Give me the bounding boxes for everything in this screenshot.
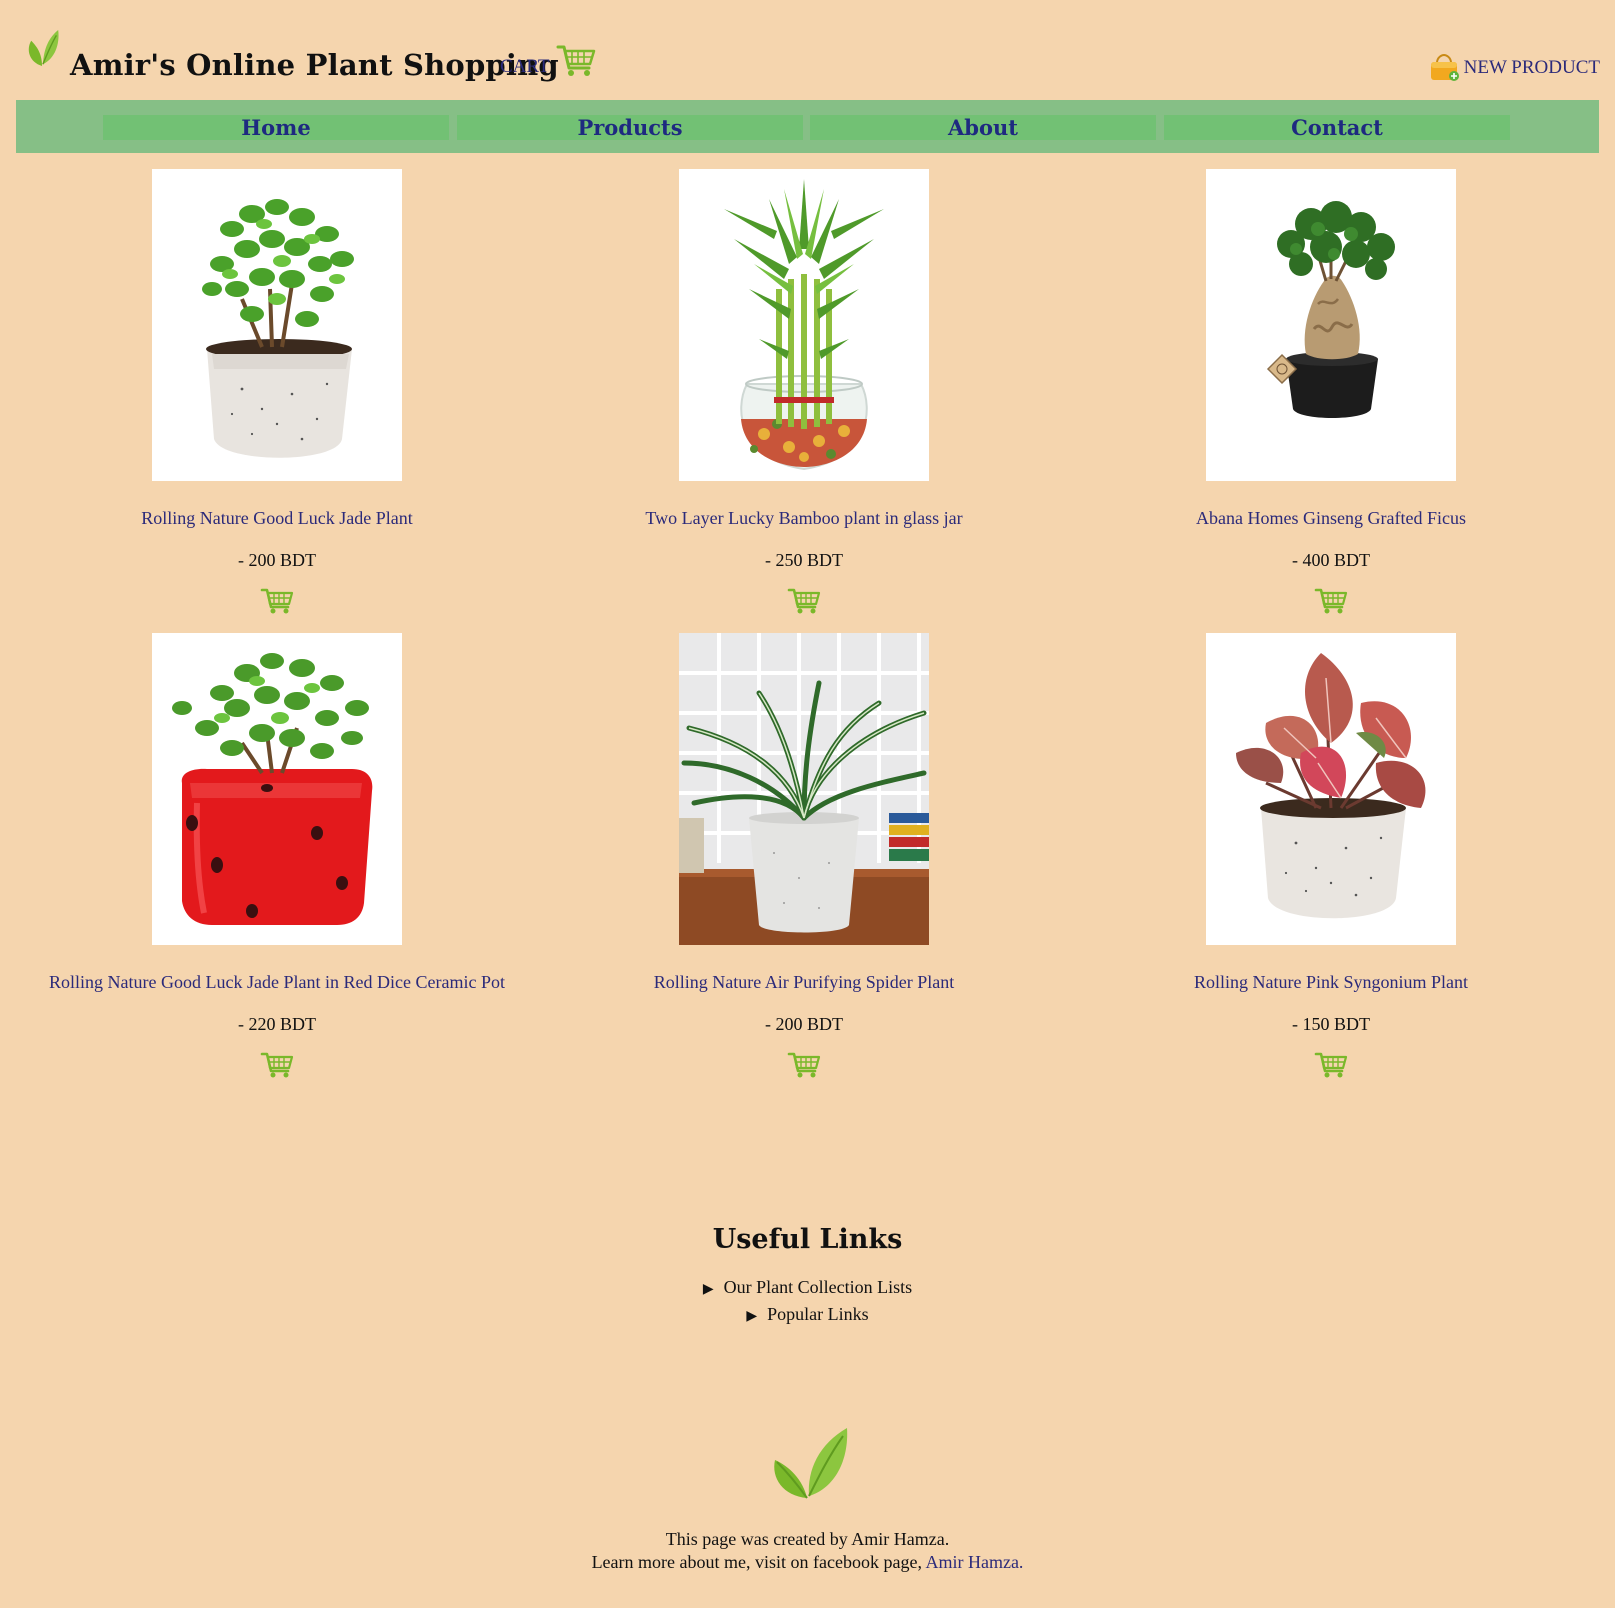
product-name-link[interactable]: Rolling Nature Good Luck Jade Plant in R… (13, 972, 541, 993)
product-card: Rolling Nature Pink Syngonium Plant - 15… (1067, 633, 1595, 1079)
product-price: - 400 BDT (1292, 550, 1370, 570)
nav-products[interactable]: Products (457, 115, 803, 140)
footer: This page was created by Amir Hamza. Lea… (0, 1528, 1615, 1574)
product-image-jade-red-dice-pot[interactable] (152, 633, 402, 945)
nav-about[interactable]: About (810, 115, 1156, 140)
product-name-link[interactable]: Rolling Nature Pink Syngonium Plant (1067, 972, 1595, 993)
cart-link[interactable]: CART (500, 44, 596, 78)
shopping-bag-icon (1430, 54, 1459, 81)
product-name-link[interactable]: Rolling Nature Good Luck Jade Plant (13, 508, 541, 529)
product-image-lucky-bamboo[interactable] (679, 169, 929, 481)
add-to-cart-icon[interactable] (1314, 1051, 1348, 1079)
details-summary: Popular Links (767, 1304, 869, 1324)
leaf-logo-icon (28, 30, 59, 66)
header: Amir's Online Plant Shopping CART NEW PR… (0, 0, 1615, 100)
nav-home[interactable]: Home (103, 115, 449, 140)
product-image-spider-plant[interactable] (679, 633, 929, 945)
new-product-link[interactable]: NEW PRODUCT (1428, 54, 1600, 82)
useful-links-section: Useful Links ▶ Our Plant Collection Lists… (0, 1224, 1615, 1329)
product-price: - 220 BDT (238, 1014, 316, 1034)
product-price: - 250 BDT (765, 550, 843, 570)
details-plant-collection[interactable]: ▶ Our Plant Collection Lists (0, 1275, 1615, 1302)
add-to-cart-icon[interactable] (787, 1051, 821, 1079)
footer-credit: This page was created by Amir Hamza. (665, 1529, 950, 1549)
disclosure-triangle-icon: ▶ (746, 1309, 758, 1324)
nav-contact[interactable]: Contact (1164, 115, 1510, 140)
product-card: Abana Homes Ginseng Grafted Ficus - 400 … (1067, 169, 1595, 615)
product-image-ginseng-ficus[interactable] (1206, 169, 1456, 481)
site-title: Amir's Online Plant Shopping (70, 48, 559, 82)
product-image-pink-syngonium[interactable] (1206, 633, 1456, 945)
footer-learn-more: Learn more about me, visit on facebook p… (0, 1551, 1615, 1574)
add-to-cart-icon[interactable] (260, 1051, 294, 1079)
useful-links-heading: Useful Links (712, 1224, 903, 1255)
product-price: - 200 BDT (238, 550, 316, 570)
useful-links-list: ▶ Our Plant Collection Lists ▶ Popular Lin… (0, 1275, 1615, 1329)
details-popular-links[interactable]: ▶ Popular Links (0, 1302, 1615, 1329)
disclosure-triangle-icon: ▶ (702, 1282, 714, 1297)
product-name-link[interactable]: Abana Homes Ginseng Grafted Ficus (1067, 508, 1595, 529)
facebook-link[interactable]: Amir Hamza. (925, 1552, 1023, 1572)
leaf-logo-icon (774, 1428, 848, 1499)
product-card: Rolling Nature Air Purifying Spider Plan… (540, 633, 1068, 1079)
add-to-cart-icon[interactable] (1314, 587, 1348, 615)
product-image-jade-plant[interactable] (152, 169, 402, 481)
product-card: Rolling Nature Good Luck Jade Plant in R… (13, 633, 541, 1079)
product-card: Two Layer Lucky Bamboo plant in glass ja… (540, 169, 1068, 615)
product-card: Rolling Nature Good Luck Jade Plant - 20… (13, 169, 541, 615)
product-name-link[interactable]: Two Layer Lucky Bamboo plant in glass ja… (540, 508, 1068, 529)
add-to-cart-icon[interactable] (260, 587, 294, 615)
new-product-label: NEW PRODUCT (1463, 57, 1600, 78)
product-price: - 150 BDT (1292, 1014, 1370, 1034)
shopping-cart-icon (556, 45, 595, 76)
cart-label: CART (500, 56, 550, 77)
main-nav: Home Products About Contact (16, 100, 1599, 153)
footer-learn-more-text: Learn more about me, visit on facebook p… (591, 1552, 922, 1572)
add-to-cart-icon[interactable] (787, 587, 821, 615)
product-name-link[interactable]: Rolling Nature Air Purifying Spider Plan… (540, 972, 1068, 993)
details-summary: Our Plant Collection Lists (723, 1277, 913, 1297)
product-price: - 200 BDT (765, 1014, 843, 1034)
